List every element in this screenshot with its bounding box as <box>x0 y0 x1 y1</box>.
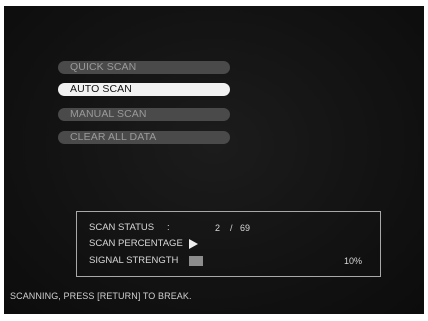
play-arrow-icon <box>189 239 198 249</box>
scan-percentage-label: SCAN PERCENTAGE <box>89 238 183 249</box>
signal-strength-label: SIGNAL STRENGTH <box>89 255 179 266</box>
menu-item-manual-scan[interactable]: MANUAL SCAN <box>58 108 230 121</box>
footer-hint: SCANNING, PRESS [RETURN] TO BREAK. <box>10 291 192 301</box>
tv-screen: QUICK SCAN AUTO SCAN MANUAL SCAN CLEAR A… <box>4 6 424 314</box>
scan-status-label: SCAN STATUS <box>89 222 155 233</box>
menu-item-clear-all-data[interactable]: CLEAR ALL DATA <box>58 131 230 144</box>
scan-status-total: 69 <box>240 223 251 233</box>
scan-percentage-row: SCAN PERCENTAGE <box>89 238 183 250</box>
signal-strength-row: SIGNAL STRENGTH <box>89 255 178 267</box>
menu-item-auto-scan[interactable]: AUTO SCAN <box>58 83 230 96</box>
menu-item-quick-scan[interactable]: QUICK SCAN <box>58 61 230 74</box>
signal-strength-meter <box>189 256 203 266</box>
scan-status-row: SCAN STATUS <box>89 222 154 234</box>
scan-status-current: 2 <box>215 223 221 233</box>
signal-strength-value: 10% <box>343 256 362 266</box>
scan-status-panel: SCAN STATUS : 2 / 69 SCAN PERCENTAGE SIG… <box>76 211 381 277</box>
scan-status-separator: / <box>230 223 233 233</box>
scan-status-colon: : <box>167 222 170 233</box>
